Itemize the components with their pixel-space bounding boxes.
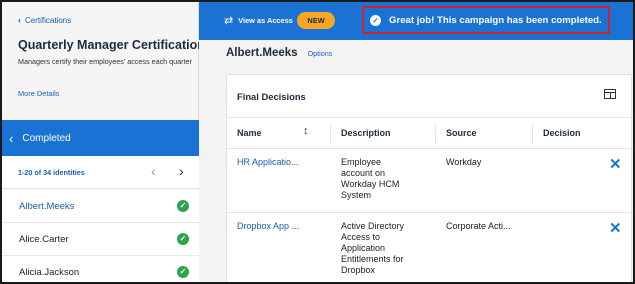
identity-item[interactable]: Alicia.Jackson ✓: [2, 256, 199, 282]
close-x-icon[interactable]: ✕: [609, 221, 622, 236]
description-line: Active Directory: [341, 221, 405, 231]
sidebar: ‹ Certifications Quarterly Manager Certi…: [2, 2, 205, 282]
column-divider: [532, 124, 533, 144]
identity-item[interactable]: Albert.Meeks ✓: [2, 190, 199, 223]
check-badge-icon: ✓: [370, 14, 381, 26]
entitlement-name-link[interactable]: HR Applicatio...: [237, 157, 299, 168]
main-content: Albert.Meeks Options Final Decisions Nam…: [199, 40, 633, 282]
options-link[interactable]: Options: [308, 49, 333, 58]
identity-list: Albert.Meeks ✓ Alice.Carter ✓ Alicia.Jac…: [2, 190, 199, 282]
description-line: Employee: [341, 157, 382, 167]
swap-arrows-icon: ⇄: [224, 15, 234, 27]
sort-vertical-icon[interactable]: ↕: [303, 125, 309, 137]
campaign-title: Quarterly Manager Certification: [18, 38, 205, 52]
back-link-label: Certifications: [25, 15, 72, 25]
chevron-left-icon[interactable]: ‹: [9, 132, 13, 145]
identity-item[interactable]: Alice.Carter ✓: [2, 223, 199, 256]
top-bar: ⇄ View as Access NEW ✓ Great job! This c…: [199, 2, 633, 40]
description-line: Application: [341, 243, 386, 253]
view-as-access-toggle[interactable]: ⇄ View as Access: [224, 14, 293, 27]
banner-text: Great job! This campaign has been comple…: [389, 14, 602, 26]
column-header-source[interactable]: Source: [446, 128, 477, 138]
section-title: Final Decisions: [237, 91, 306, 102]
entitlement-name-link[interactable]: Dropbox App ...: [237, 221, 299, 232]
status-filter-completed[interactable]: ‹ Completed: [2, 120, 199, 156]
back-to-certifications-link[interactable]: ‹ Certifications: [18, 15, 71, 25]
check-circle-icon: ✓: [177, 200, 189, 212]
identity-header: Albert.Meeks Options: [226, 47, 332, 59]
chevron-right-icon[interactable]: ›: [179, 163, 184, 179]
more-details-link[interactable]: More Details: [18, 89, 59, 98]
entitlement-description: Active Directory Access to Application E…: [341, 221, 404, 276]
description-line: Workday HCM: [341, 179, 400, 189]
identity-name: Alicia.Jackson: [19, 266, 80, 278]
check-circle-icon: ✓: [177, 233, 189, 245]
identity-name: Albert.Meeks: [19, 200, 75, 212]
column-layout-icon[interactable]: [604, 89, 616, 99]
identity-name: Alice.Carter: [19, 233, 69, 245]
column-divider: [330, 124, 331, 144]
description-line: Dropbox: [341, 265, 376, 275]
column-header-name[interactable]: Name: [237, 128, 262, 138]
table-row: HR Applicatio... Employee account on Wor…: [227, 149, 633, 213]
check-circle-icon: ✓: [177, 266, 189, 278]
column-header-decision[interactable]: Decision: [543, 128, 581, 138]
description-line: System: [341, 190, 372, 200]
description-line: Access to: [341, 232, 381, 242]
column-header-description[interactable]: Description: [341, 128, 391, 138]
table-header: Name ↕ Description Source Decision: [227, 117, 633, 149]
table-row: Dropbox App ... Active Directory Access …: [227, 213, 633, 282]
chevron-left-icon: ‹: [18, 15, 21, 25]
view-as-label: View as Access: [238, 16, 293, 25]
completion-banner: ✓ Great job! This campaign has been comp…: [362, 6, 610, 34]
entitlement-description: Employee account on Workday HCM System: [341, 157, 399, 201]
entitlement-source: Corporate Acti...: [446, 221, 511, 231]
description-line: account on: [341, 168, 386, 178]
campaign-description: Managers certify their employees' access…: [18, 57, 192, 66]
final-decisions-card: Final Decisions Name ↕ Description Sourc…: [226, 74, 633, 282]
column-divider: [435, 124, 436, 144]
description-line: Entitlements for: [341, 254, 404, 264]
app-frame: ‹ Certifications Quarterly Manager Certi…: [0, 0, 635, 284]
pager-count: 1-20 of 34 identities: [18, 167, 85, 177]
identity-title: Albert.Meeks: [226, 47, 298, 59]
entitlement-source: Workday: [446, 157, 482, 167]
status-filter-label: Completed: [22, 132, 71, 144]
new-badge: NEW: [297, 12, 335, 29]
identity-pager: 1-20 of 34 identities ‹ ›: [2, 156, 199, 189]
chevron-left-icon[interactable]: ‹: [151, 163, 156, 179]
close-x-icon[interactable]: ✕: [609, 157, 622, 172]
